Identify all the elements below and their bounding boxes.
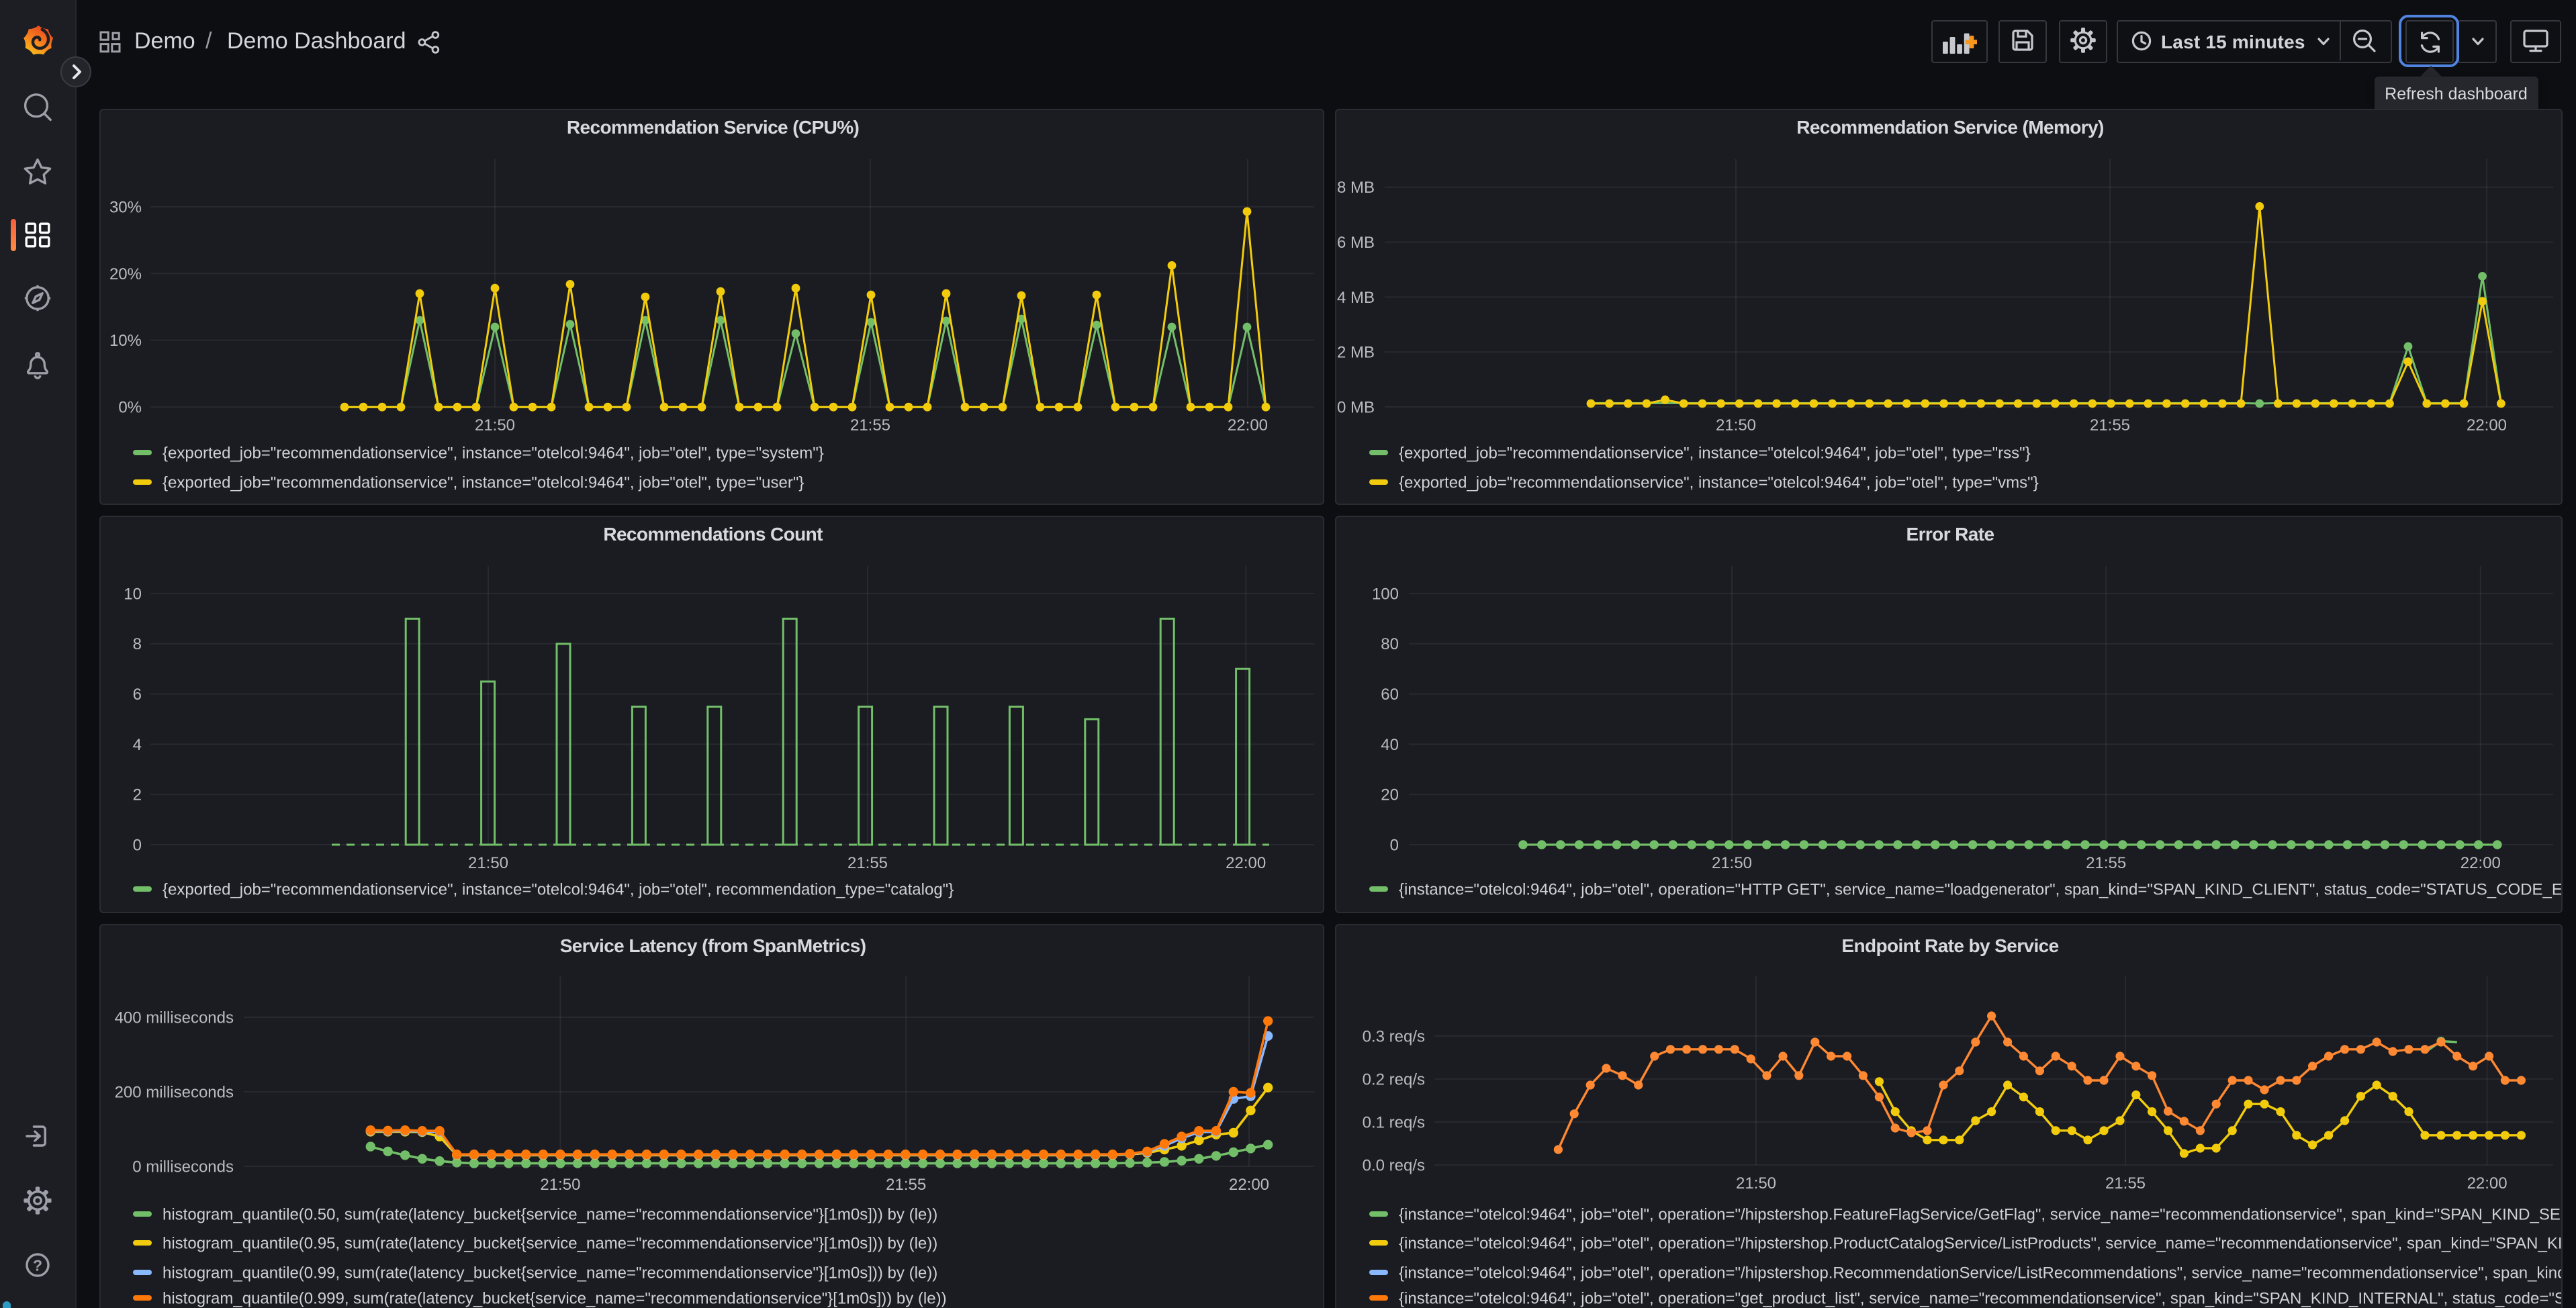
svg-text:21:50: 21:50 xyxy=(1711,854,1751,872)
svg-text:20%: 20% xyxy=(109,265,142,283)
svg-text:10%: 10% xyxy=(109,331,142,349)
svg-text:22:00: 22:00 xyxy=(2460,854,2500,872)
svg-text:Service Latency (from SpanMetr: Service Latency (from SpanMetrics) xyxy=(560,935,866,955)
svg-text:30%: 30% xyxy=(109,197,142,216)
svg-text:2: 2 xyxy=(133,786,142,804)
svg-text:21:55: 21:55 xyxy=(2105,1174,2145,1192)
svg-text:{instance="otelcol:9464", job=: {instance="otelcol:9464", job="otel", op… xyxy=(1398,1263,2562,1281)
svg-text:21:50: 21:50 xyxy=(1735,1174,1776,1192)
svg-text:22:00: 22:00 xyxy=(2466,416,2506,434)
svg-text:200 milliseconds: 200 milliseconds xyxy=(115,1082,234,1101)
svg-text:{exported_job="recommendations: {exported_job="recommendationservice", i… xyxy=(163,443,824,461)
svg-text:0.3 req/s: 0.3 req/s xyxy=(1362,1027,1424,1045)
svg-text:0.0 req/s: 0.0 req/s xyxy=(1362,1156,1424,1174)
svg-text:{exported_job="recommendations: {exported_job="recommendationservice", i… xyxy=(1398,473,2038,491)
svg-text:0 MB: 0 MB xyxy=(1336,398,1374,416)
svg-text:21:55: 21:55 xyxy=(850,416,890,434)
svg-text:?: ? xyxy=(33,1256,42,1274)
svg-text:60: 60 xyxy=(1380,686,1398,704)
svg-text:Recommendation Service (Memory: Recommendation Service (Memory) xyxy=(1796,116,2103,137)
svg-text:0.2 req/s: 0.2 req/s xyxy=(1362,1070,1424,1088)
svg-text:Recommendations Count: Recommendations Count xyxy=(603,524,823,545)
svg-text:100: 100 xyxy=(1371,585,1398,603)
svg-text:histogram_quantile(0.999, sum(: histogram_quantile(0.999, sum(rate(laten… xyxy=(163,1289,947,1307)
svg-text:400 milliseconds: 400 milliseconds xyxy=(115,1008,234,1026)
svg-text:22:00: 22:00 xyxy=(2467,1174,2507,1192)
svg-text:8: 8 xyxy=(133,635,142,653)
svg-text:0: 0 xyxy=(133,836,142,854)
svg-text:21:50: 21:50 xyxy=(475,416,515,434)
svg-text:{instance="otelcol:9464", job=: {instance="otelcol:9464", job="otel", op… xyxy=(1398,880,2562,898)
svg-text:40: 40 xyxy=(1380,736,1398,754)
svg-text:0 milliseconds: 0 milliseconds xyxy=(132,1157,234,1175)
svg-text:{exported_job="recommendations: {exported_job="recommendationservice", i… xyxy=(163,880,954,898)
svg-text:21:55: 21:55 xyxy=(2089,416,2129,434)
svg-text:21:55: 21:55 xyxy=(2085,854,2125,872)
svg-text:22:00: 22:00 xyxy=(1228,416,1268,434)
svg-text:Error Rate: Error Rate xyxy=(1906,524,1994,545)
svg-text:{instance="otelcol:9464", job=: {instance="otelcol:9464", job="otel", op… xyxy=(1398,1289,2562,1307)
svg-text:22:00: 22:00 xyxy=(1229,1175,1269,1193)
svg-text:6 MB: 6 MB xyxy=(1336,233,1374,251)
svg-text:0: 0 xyxy=(1389,836,1398,854)
svg-text:histogram_quantile(0.99, sum(r: histogram_quantile(0.99, sum(rate(latenc… xyxy=(163,1263,937,1281)
svg-text:8 MB: 8 MB xyxy=(1336,178,1374,196)
svg-text:0%: 0% xyxy=(118,398,142,416)
svg-text:21:55: 21:55 xyxy=(886,1175,926,1193)
svg-text:2 MB: 2 MB xyxy=(1336,343,1374,361)
svg-text:{instance="otelcol:9464", job=: {instance="otelcol:9464", job="otel", op… xyxy=(1398,1233,2562,1252)
svg-text:10: 10 xyxy=(124,585,142,603)
svg-text:22:00: 22:00 xyxy=(1226,854,1266,872)
svg-text:histogram_quantile(0.50, sum(r: histogram_quantile(0.50, sum(rate(latenc… xyxy=(163,1205,937,1223)
svg-text:80: 80 xyxy=(1380,635,1398,653)
svg-text:6: 6 xyxy=(133,686,142,704)
svg-text:Endpoint Rate by Service: Endpoint Rate by Service xyxy=(1841,935,2058,955)
svg-text:21:55: 21:55 xyxy=(847,854,888,872)
svg-text:4 MB: 4 MB xyxy=(1336,288,1374,306)
svg-text:{exported_job="recommendations: {exported_job="recommendationservice", i… xyxy=(163,473,804,491)
svg-text:21:50: 21:50 xyxy=(468,854,508,872)
svg-text:Recommendation Service (CPU%): Recommendation Service (CPU%) xyxy=(567,116,859,137)
svg-text:21:50: 21:50 xyxy=(540,1175,580,1193)
svg-text:4: 4 xyxy=(133,736,142,754)
svg-text:{instance="otelcol:9464", job=: {instance="otelcol:9464", job="otel", op… xyxy=(1398,1205,2562,1223)
svg-text:20: 20 xyxy=(1380,786,1398,804)
svg-text:{exported_job="recommendations: {exported_job="recommendationservice", i… xyxy=(1398,443,2030,461)
svg-text:0.1 req/s: 0.1 req/s xyxy=(1362,1113,1424,1131)
svg-text:21:50: 21:50 xyxy=(1715,416,1755,434)
svg-text:histogram_quantile(0.95, sum(r: histogram_quantile(0.95, sum(rate(latenc… xyxy=(163,1233,937,1252)
